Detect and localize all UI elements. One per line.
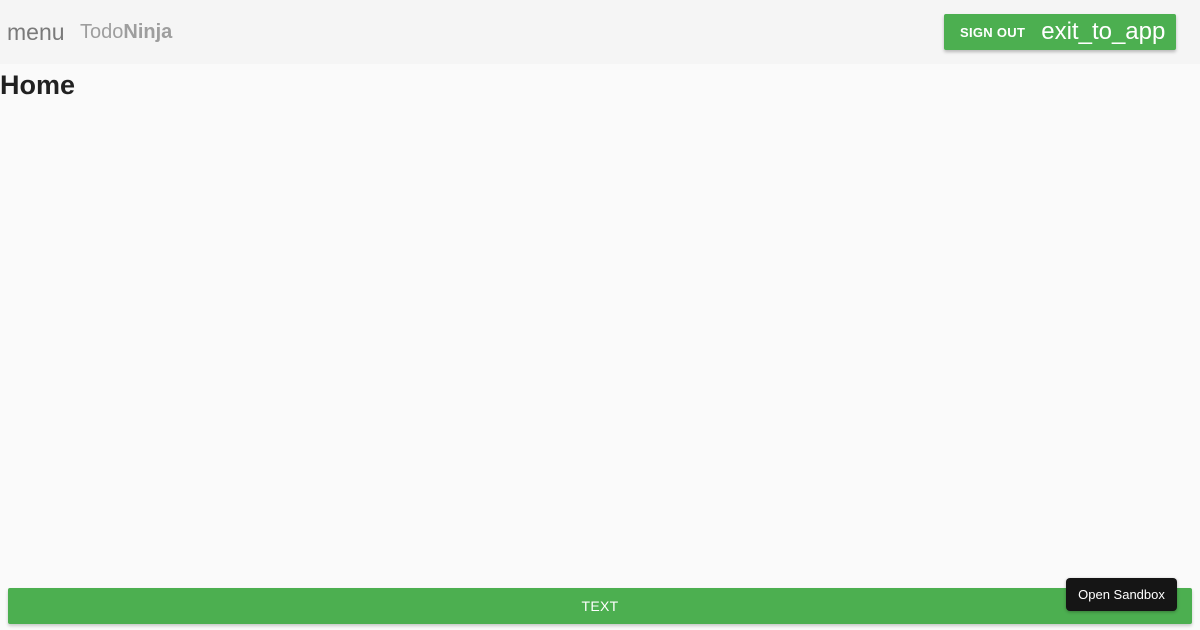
text-button-label: TEXT xyxy=(581,598,619,614)
brand-text-ninja: Ninja xyxy=(123,21,173,43)
sign-out-button[interactable]: SIGN OUT exit_to_app xyxy=(944,14,1176,50)
app-brand: TodoNinja xyxy=(80,19,172,45)
brand-text-todo: Todo xyxy=(80,21,124,43)
open-sandbox-button[interactable]: Open Sandbox xyxy=(1066,578,1177,611)
page-title: Home xyxy=(0,70,76,100)
text-button[interactable]: TEXT xyxy=(8,588,1192,624)
app-toolbar: menu TodoNinja SIGN OUT exit_to_app xyxy=(0,0,1200,64)
open-sandbox-label: Open Sandbox xyxy=(1078,587,1165,602)
exit-to-app-icon: exit_to_app xyxy=(1041,18,1166,45)
sign-out-label: SIGN OUT xyxy=(960,24,1026,40)
menu-icon[interactable]: menu xyxy=(7,17,65,47)
